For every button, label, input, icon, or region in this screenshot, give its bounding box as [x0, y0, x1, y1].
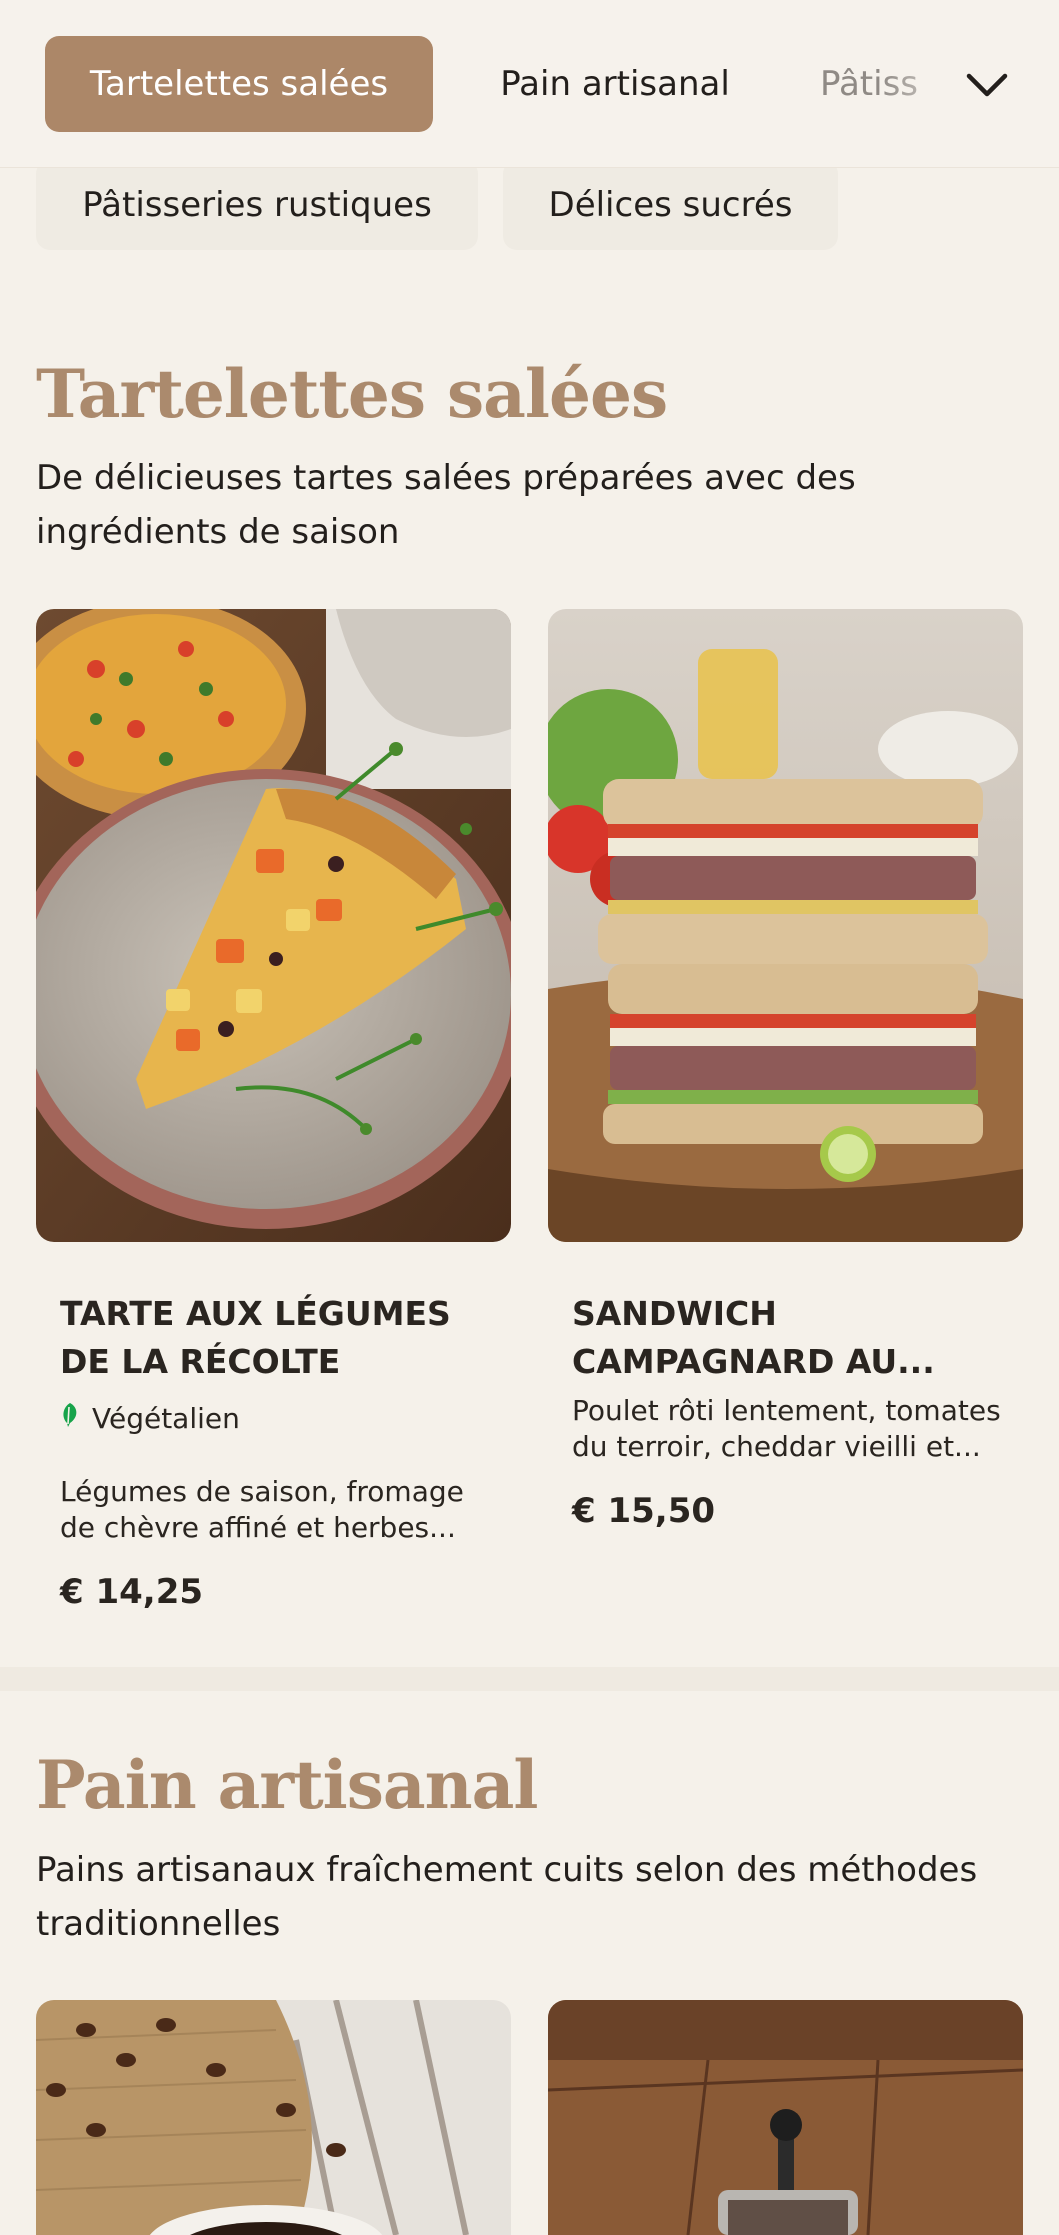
pill-label: Pâtisseries rustiques — [82, 185, 432, 225]
product-name[interactable]: TARTE AUX LÉGUMES DE LA RÉCOLTE — [60, 1290, 500, 1386]
product-name[interactable]: SANDWICH CAMPAGNARD AU... — [572, 1290, 1012, 1386]
badge-label: Végétalien — [92, 1402, 240, 1435]
product-description: Poulet rôti lentement, tomates du terroi… — [572, 1394, 1001, 1463]
tab-tartelettes-salees[interactable]: Tartelettes salées — [45, 36, 433, 132]
tab-pain-artisanal[interactable]: Pain artisanal — [470, 36, 760, 132]
leaf-icon — [60, 1402, 80, 1435]
tab-label: Pain artisanal — [500, 64, 730, 104]
category-nav: Tartelettes salées Pain artisanal Pâtiss — [0, 0, 1059, 168]
product-price: € 14,25 — [60, 1572, 204, 1612]
vegan-badge: Végétalien — [60, 1402, 240, 1435]
section-description: Pains artisanaux fraîchement cuits selon… — [36, 1850, 978, 1944]
section-title: Pain artisanal — [36, 1746, 538, 1824]
product-image-sandwich[interactable] — [548, 609, 1023, 1242]
product-price: € 15,50 — [572, 1491, 716, 1531]
tab-label: Tartelettes salées — [89, 64, 389, 104]
category-pill-patisseries[interactable]: Pâtisseries rustiques — [36, 160, 478, 250]
chevron-down-icon[interactable] — [962, 60, 1012, 110]
product-description: Légumes de saison, fromage de chèvre aff… — [60, 1475, 464, 1544]
product-image-bread-1[interactable] — [36, 2000, 511, 2235]
section-title: Tartelettes salées — [36, 355, 668, 433]
section-description: De délicieuses tartes salées préparées a… — [36, 458, 856, 552]
product-image-tarte[interactable] — [36, 609, 511, 1242]
category-pill-delices[interactable]: Délices sucrés — [503, 160, 838, 250]
pill-label: Délices sucrés — [548, 185, 793, 225]
section-divider — [0, 1667, 1059, 1691]
product-image-bread-2[interactable] — [548, 2000, 1023, 2235]
